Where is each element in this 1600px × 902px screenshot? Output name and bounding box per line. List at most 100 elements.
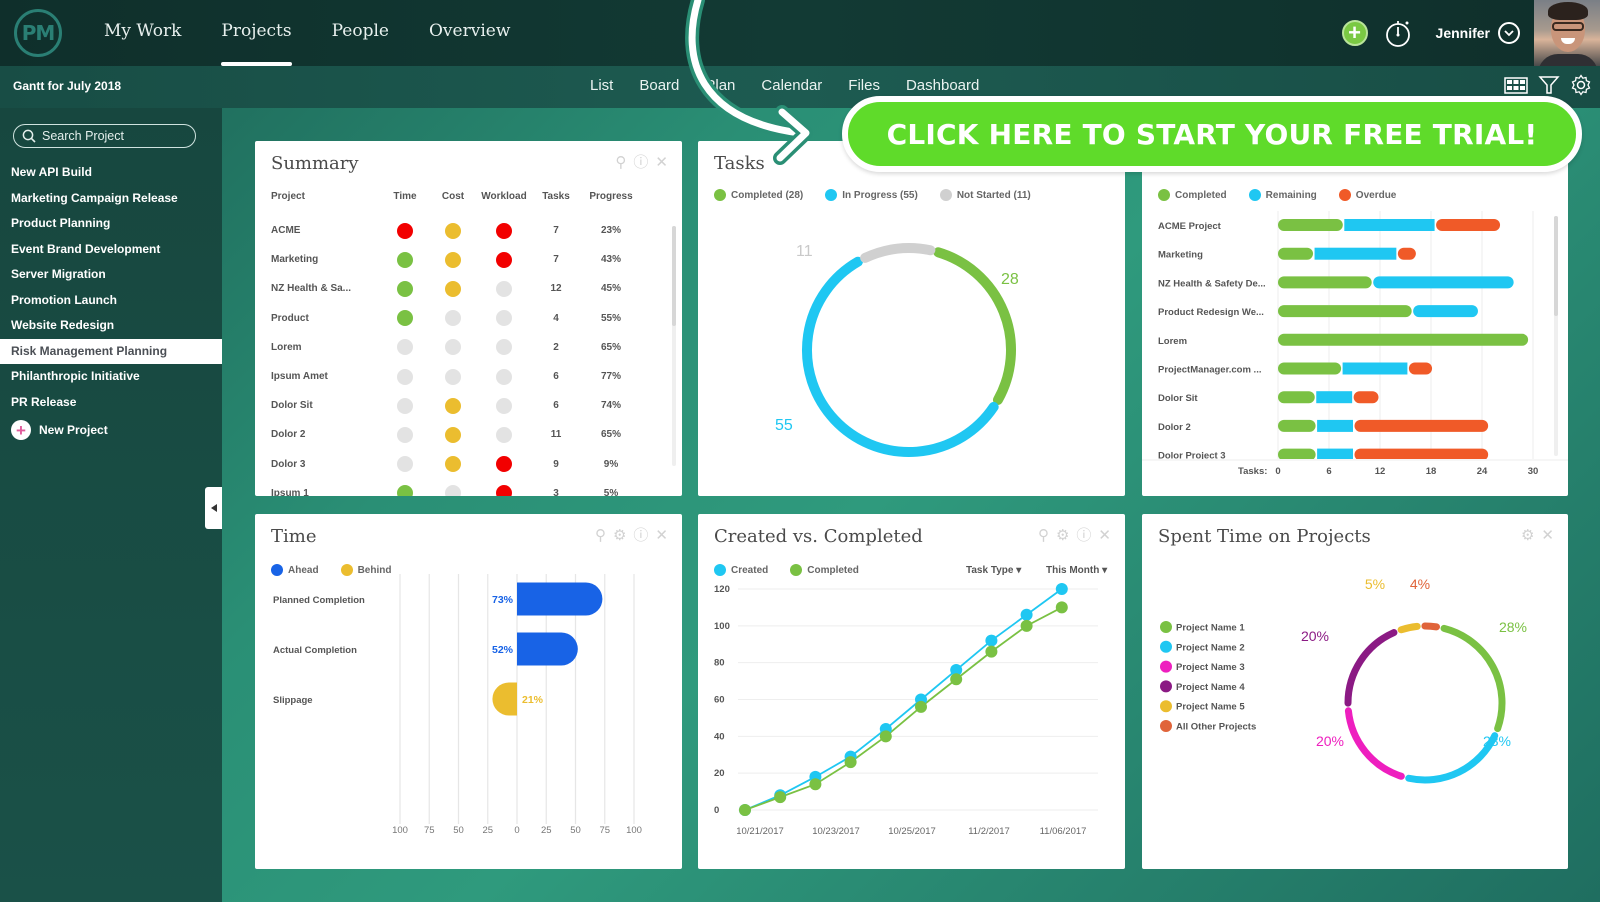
donut-value-label: 23%	[1483, 733, 1511, 749]
category-label: Marketing	[1158, 250, 1203, 261]
user-menu-chevron-icon[interactable]	[1498, 22, 1520, 44]
legend-swatch	[1160, 640, 1172, 653]
legend-swatch	[1160, 621, 1172, 633]
x-tick-label: 50	[570, 825, 581, 836]
sidebar-collapse-toggle[interactable]	[205, 487, 222, 529]
x-tick-label: 25	[541, 825, 552, 836]
close-icon[interactable]: ✕	[655, 155, 668, 170]
help-icon[interactable]: ⓘ	[633, 155, 648, 170]
main-nav: My Work Projects People Overview	[104, 0, 530, 66]
y-tick-label: 40	[714, 731, 725, 742]
data-point-created	[1020, 608, 1033, 621]
bars-scrollbar[interactable]	[1554, 216, 1558, 316]
time-status	[381, 485, 429, 496]
project-name: Product	[271, 312, 309, 324]
tab-calendar[interactable]: Calendar	[748, 66, 835, 108]
user-name[interactable]: Jennifer	[1436, 25, 1490, 41]
summary-table-row[interactable]: ACME 7 23%	[271, 216, 661, 245]
summary-table-row[interactable]: Lorem 2 65%	[271, 333, 661, 362]
category-label: NZ Health & Safety De...	[1158, 278, 1266, 289]
progress-percent: 55%	[600, 312, 621, 324]
status-indicator-green	[397, 280, 413, 297]
legend-label: Project Name 1	[1176, 623, 1245, 634]
bar-value-label: 52%	[492, 644, 514, 656]
workload-status	[477, 280, 531, 297]
user-avatar[interactable]	[1534, 0, 1600, 66]
summary-table-row[interactable]: Ipsum 1 3 5%	[271, 479, 661, 496]
add-button[interactable]: +	[1341, 20, 1368, 46]
caret-left-icon	[210, 504, 217, 512]
time-status	[381, 426, 429, 443]
tab-list[interactable]: List	[580, 66, 626, 108]
time-status	[381, 222, 429, 239]
summary-table-row[interactable]: Product 4 55%	[271, 304, 661, 333]
summary-table-row[interactable]: Ipsum Amet 6 77%	[271, 362, 661, 391]
workload-status	[477, 397, 531, 414]
time-status	[381, 368, 429, 385]
nav-projects[interactable]: Projects	[201, 0, 311, 66]
status-indicator-none	[397, 368, 413, 385]
summary-table-row[interactable]: NZ Health & Sa... 12 45%	[271, 274, 661, 303]
summary-table-row[interactable]: Dolor 2 11 65%	[271, 420, 661, 449]
legend-swatch	[1160, 720, 1172, 732]
task-count: 7	[553, 254, 559, 266]
tab-plan[interactable]: Plan	[692, 66, 748, 108]
workload-status	[477, 222, 531, 239]
settings-gear-icon[interactable]	[1570, 74, 1592, 96]
search-project-input[interactable]: Search Project	[13, 124, 196, 148]
progress-percent: 43%	[600, 254, 621, 266]
status-indicator-yellow	[445, 426, 461, 443]
workload-status	[477, 310, 531, 327]
tasks-donut-chart: 28 55 11	[775, 243, 1019, 457]
bar-segment-remaining	[1316, 391, 1353, 404]
sidebar-item-pr-release[interactable]: PR Release	[0, 390, 222, 416]
summary-table-row[interactable]: Dolor 3 9 9%	[271, 450, 661, 479]
bar-segment-remaining	[1344, 219, 1435, 231]
sidebar-item-promotion-launch[interactable]: Promotion Launch	[0, 288, 222, 314]
app-logo[interactable]: PM	[14, 9, 62, 57]
sidebar-item-website-redesign[interactable]: Website Redesign	[0, 313, 222, 339]
category-label: ProjectManager.com ...	[1158, 365, 1261, 376]
summary-table-row[interactable]: Marketing 7 43%	[271, 245, 661, 274]
summary-scrollbar[interactable]	[672, 226, 676, 326]
cost-status	[429, 456, 477, 473]
data-point-completed	[950, 673, 963, 686]
summary-table-row[interactable]: Dolor Sit 6 74%	[271, 391, 661, 420]
sidebar-item-risk-management-planning[interactable]: Risk Management Planning	[0, 338, 222, 364]
series-line-completed	[744, 606, 1063, 811]
time-status	[381, 251, 429, 268]
tab-board[interactable]: Board	[626, 66, 692, 108]
project-name: Dolor 3	[271, 458, 306, 470]
grid-view-icon[interactable]	[1504, 75, 1528, 95]
sidebar-item-server-migration[interactable]: Server Migration	[0, 262, 222, 288]
sidebar-item-product-planning[interactable]: Product Planning	[0, 211, 222, 237]
bar-actual-completion	[517, 632, 578, 666]
x-tick-label: 11/06/2017	[1040, 826, 1087, 837]
progress-percent: 65%	[600, 341, 621, 353]
x-tick-label: 10/21/2017	[736, 826, 784, 837]
timer-icon[interactable]	[1384, 18, 1412, 48]
progress-percent: 45%	[600, 283, 621, 295]
status-indicator-red	[397, 222, 413, 239]
status-indicator-yellow	[445, 251, 461, 268]
data-point-completed	[739, 804, 751, 816]
start-free-trial-button[interactable]: CLICK HERE TO START YOUR FREE TRIAL!	[842, 96, 1582, 172]
summary-title: Summary	[271, 153, 359, 174]
x-tick-label: 50	[453, 825, 464, 836]
legend-label: Project Name 3	[1176, 662, 1245, 673]
nav-overview[interactable]: Overview	[409, 0, 530, 66]
nav-people[interactable]: People	[312, 0, 409, 66]
search-icon[interactable]: ⚲	[615, 155, 626, 170]
filter-icon[interactable]	[1538, 74, 1560, 96]
created-vs-completed-panel: Created vs. Completed ⚲ ⚙ ⓘ ✕ Created Co…	[698, 514, 1125, 869]
task-count: 9	[553, 458, 559, 470]
progress-percent: 74%	[600, 400, 621, 412]
sidebar-item-new-api-build[interactable]: New API Build	[0, 160, 222, 186]
sidebar-item-marketing-campaign-release[interactable]: Marketing Campaign Release	[0, 186, 222, 212]
donut-value-label: 20%	[1316, 733, 1344, 749]
category-label: Actual Completion	[273, 645, 357, 656]
sidebar-item-philanthropic-initiative[interactable]: Philanthropic Initiative	[0, 364, 222, 390]
sidebar-item-event-brand-development[interactable]: Event Brand Development	[0, 237, 222, 263]
new-project-button[interactable]: + New Project	[11, 420, 108, 440]
nav-my-work[interactable]: My Work	[104, 0, 201, 66]
